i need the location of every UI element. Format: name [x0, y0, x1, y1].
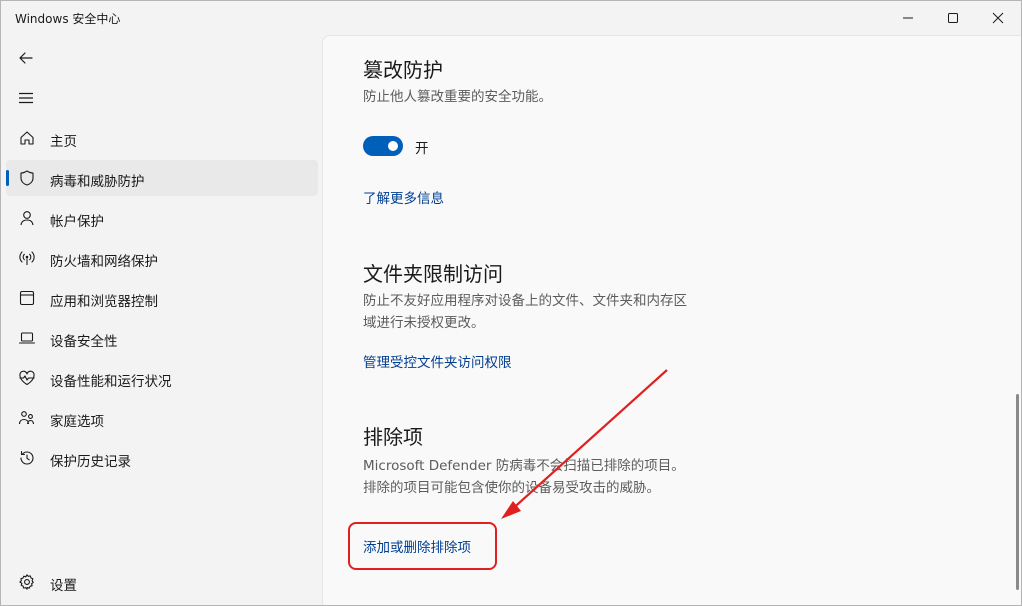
app-window: Windows 安全中心 主页 病毒和威胁防护 帐户保护 防火墙和网络保护 应用… [0, 0, 1022, 606]
annotation-arrow [501, 369, 668, 519]
